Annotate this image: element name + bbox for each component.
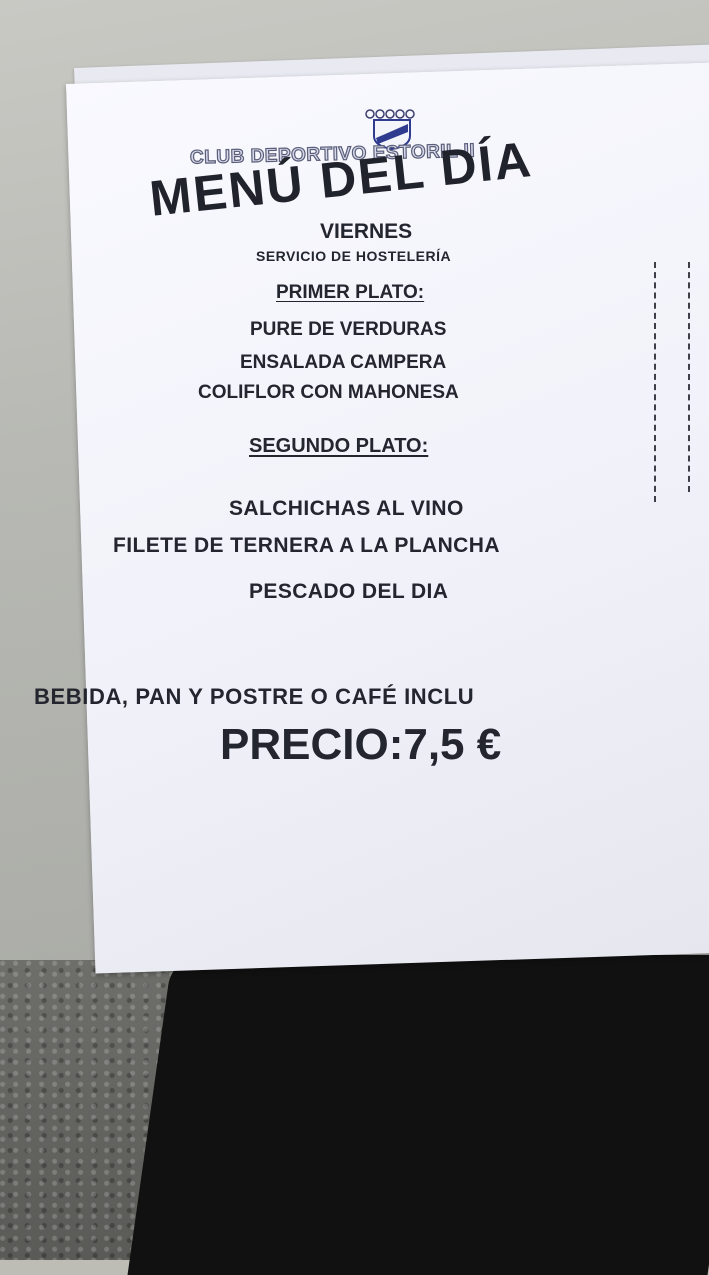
dark-cloth (127, 955, 709, 1275)
menu-day: VIERNES (320, 220, 413, 243)
first-course-dish: COLIFLOR CON MAHONESA (198, 382, 459, 403)
first-course-dish: PURE DE VERDURAS (250, 319, 447, 340)
included-note: BEBIDA, PAN Y POSTRE O CAFÉ INCLU (34, 684, 475, 709)
second-course-dish: SALCHICHAS AL VINO (229, 497, 464, 520)
price-label: PRECIO:7,5 € (220, 720, 502, 769)
service-label: SERVICIO DE HOSTELERÍA (256, 248, 452, 264)
dashed-border-line (688, 262, 690, 492)
menu-content: CLUB DEPORTIVO ESTORIL II MENÚ DEL DÍA V… (0, 0, 709, 960)
dashed-border-line (654, 262, 656, 502)
second-course-dish: PESCADO DEL DIA (249, 580, 449, 603)
first-course-dish: ENSALADA CAMPERA (240, 352, 447, 373)
first-course-heading: PRIMER PLATO: (276, 282, 425, 303)
second-course-heading: SEGUNDO PLATO: (249, 435, 429, 457)
second-course-dish: FILETE DE TERNERA A LA PLANCHA (113, 534, 500, 557)
